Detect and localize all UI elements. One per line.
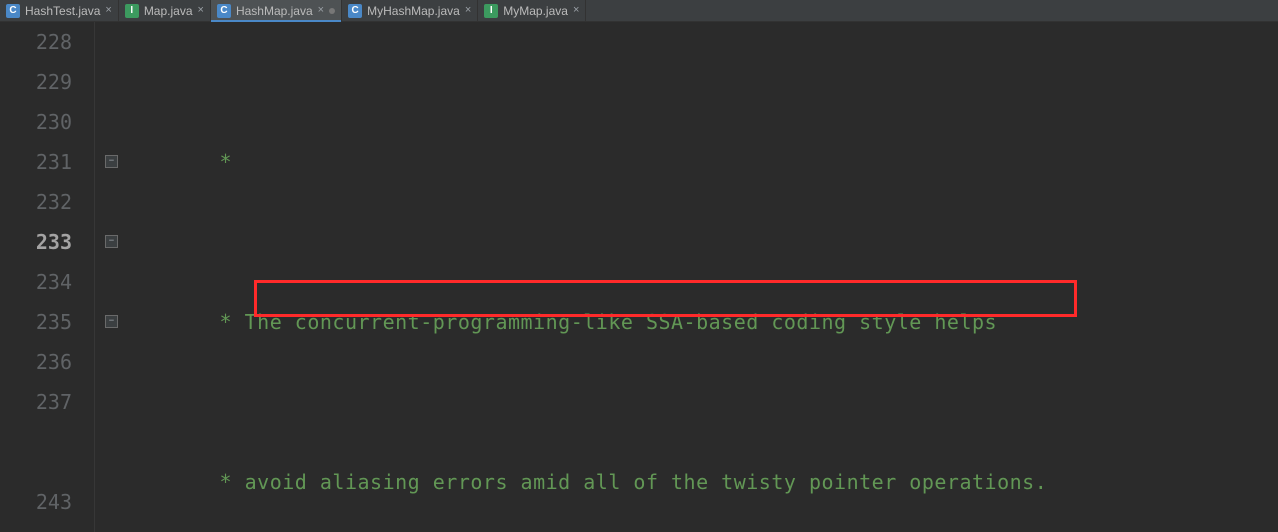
doc-comment: * (207, 310, 245, 334)
line-number (0, 422, 72, 482)
editor-tabbar: C HashTest.java × I Map.java × C HashMap… (0, 0, 1278, 22)
interface-icon: I (484, 4, 498, 18)
doc-comment: avoid aliasing errors amid all of the tw… (245, 470, 1048, 494)
doc-comment: * (207, 470, 245, 494)
class-icon: C (217, 4, 231, 18)
line-number[interactable]: 228 (0, 22, 72, 62)
code-line[interactable]: * avoid aliasing errors amid all of the … (137, 462, 1278, 502)
interface-icon: I (125, 4, 139, 18)
line-number[interactable]: 230 (0, 102, 72, 142)
line-number[interactable]: 235 (0, 302, 72, 342)
tab-label: MyHashMap.java (367, 4, 460, 18)
line-number[interactable]: 234 (0, 262, 72, 302)
code-area[interactable]: * * The concurrent-programming-like SSA-… (137, 22, 1278, 532)
code-editor[interactable]: 228 229 230 231 232 233 234 235 236 237 … (0, 22, 1278, 532)
line-number[interactable]: 243 (0, 482, 72, 522)
class-icon: C (348, 4, 362, 18)
close-icon[interactable]: × (573, 5, 579, 16)
doc-comment: * (207, 150, 232, 174)
line-number[interactable]: 229 (0, 62, 72, 102)
code-line[interactable]: * (137, 142, 1278, 182)
line-number[interactable]: 232 (0, 182, 72, 222)
tab-hashtest[interactable]: C HashTest.java × (0, 0, 119, 21)
tab-hashmap[interactable]: C HashMap.java × (211, 0, 342, 21)
line-number[interactable]: 231 (0, 142, 72, 182)
line-number-gutter[interactable]: 228 229 230 231 232 233 234 235 236 237 … (0, 22, 95, 532)
line-number[interactable]: 236 (0, 342, 72, 382)
tab-label: MyMap.java (503, 4, 568, 18)
tab-mymap[interactable]: I MyMap.java × (478, 0, 586, 21)
fold-toggle-icon[interactable] (105, 155, 118, 168)
tab-myhashmap[interactable]: C MyHashMap.java × (342, 0, 478, 21)
tab-label: HashMap.java (236, 4, 313, 18)
fold-strip (95, 22, 137, 532)
tab-label: Map.java (144, 4, 193, 18)
class-icon: C (6, 4, 20, 18)
line-number-current[interactable]: 233 (0, 222, 72, 262)
tab-map[interactable]: I Map.java × (119, 0, 211, 21)
pin-icon (329, 8, 335, 14)
doc-comment: The concurrent-programming-like SSA-base… (245, 310, 997, 334)
close-icon[interactable]: × (198, 5, 204, 16)
close-icon[interactable]: × (465, 5, 471, 16)
fold-toggle-icon[interactable] (105, 235, 118, 248)
fold-toggle-icon[interactable] (105, 315, 118, 328)
line-number[interactable]: 237 (0, 382, 72, 422)
close-icon[interactable]: × (318, 5, 324, 16)
tab-label: HashTest.java (25, 4, 100, 18)
code-line[interactable]: * The concurrent-programming-like SSA-ba… (137, 302, 1278, 342)
close-icon[interactable]: × (105, 5, 111, 16)
